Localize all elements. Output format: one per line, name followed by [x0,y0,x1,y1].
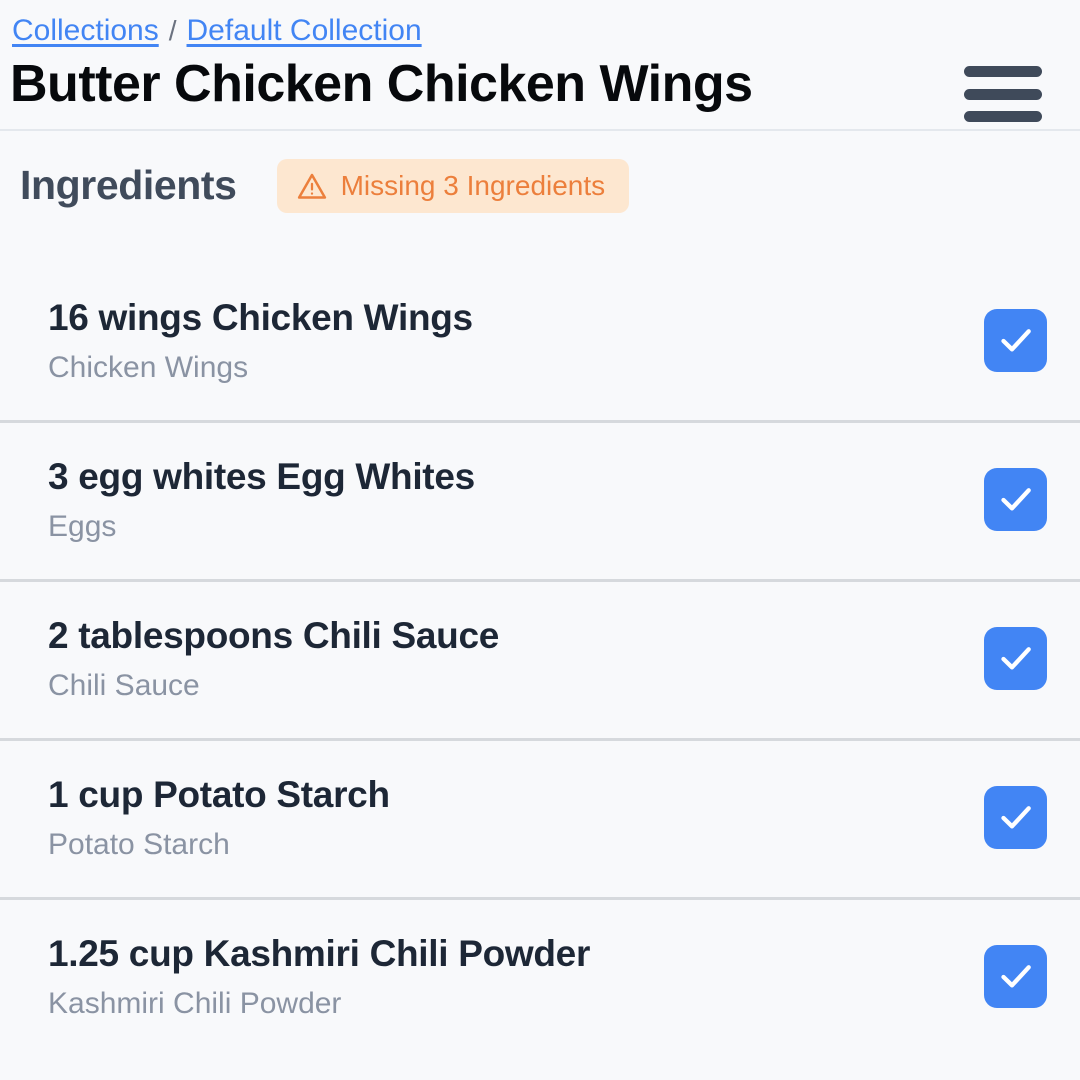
ingredient-subtitle: Chicken Wings [48,350,249,384]
ingredient-row[interactable]: 3 egg whites Egg Whites Eggs [0,419,1080,579]
ingredients-section-header: Ingredients Missing 3 Ingredients [0,131,1080,213]
checkmark-icon [1000,647,1031,670]
missing-ingredients-badge[interactable]: Missing 3 Ingredients [276,158,630,213]
ingredient-text: 2 tablespoons Chili Sauce Chili Sauce [48,615,984,702]
ingredient-title: 1.25 cup Kashmiri Chili Powder [48,933,591,975]
breadcrumb-item-collections[interactable]: Collections [12,16,159,46]
section-title: Ingredients [20,162,237,209]
ingredient-title: 3 egg whites Egg Whites [48,456,475,498]
breadcrumb-separator: / [168,15,177,46]
breadcrumb-item-default-collection[interactable]: Default Collection [187,16,422,46]
ingredient-title: 16 wings Chicken Wings [48,297,473,339]
checkmark-icon [1000,488,1031,511]
hamburger-bar-top [964,66,1042,77]
ingredient-title: 2 tablespoons Chili Sauce [48,615,500,657]
ingredient-subtitle: Potato Starch [48,827,230,861]
ingredient-subtitle: Eggs [48,509,117,543]
hamburger-menu-icon[interactable] [964,66,1042,122]
ingredient-text: 1 cup Potato Starch Potato Starch [48,774,984,861]
checkmark-icon [1000,329,1031,352]
ingredient-row[interactable]: 1 cup Potato Starch Potato Starch [0,737,1080,897]
ingredient-title: 1 cup Potato Starch [48,774,390,816]
checkmark-icon [1000,965,1031,988]
breadcrumb: Collections / Default Collection [0,16,1080,46]
ingredient-checkbox[interactable] [984,308,1047,372]
ingredient-text: 3 egg whites Egg Whites Eggs [48,456,984,543]
hamburger-bar-bottom [964,111,1042,122]
ingredient-row[interactable]: 2 tablespoons Chili Sauce Chili Sauce [0,578,1080,738]
ingredient-checkbox[interactable] [984,944,1047,1008]
warning-triangle-icon [297,173,326,199]
ingredient-text: 1.25 cup Kashmiri Chili Powder Kashmiri … [48,933,984,1020]
ingredient-checkbox[interactable] [984,626,1047,690]
checkmark-icon [1000,806,1031,829]
page-title: Butter Chicken Chicken Wings [10,55,753,113]
ingredient-text: 16 wings Chicken Wings Chicken Wings [48,297,984,384]
ingredient-row[interactable]: 1.25 cup Kashmiri Chili Powder Kashmiri … [0,896,1080,1056]
ingredient-checkbox[interactable] [984,785,1047,849]
missing-ingredients-badge-label: Missing 3 Ingredients [340,169,606,201]
hamburger-bar-middle [964,88,1042,100]
ingredients-list: 16 wings Chicken Wings Chicken Wings 3 e… [0,261,1080,1056]
ingredient-checkbox[interactable] [984,467,1047,531]
ingredient-subtitle: Kashmiri Chili Powder [48,986,342,1020]
ingredient-subtitle: Chili Sauce [48,668,200,702]
ingredient-row[interactable]: 16 wings Chicken Wings Chicken Wings [0,261,1080,420]
page-header: Collections / Default Collection Butter … [0,0,1080,131]
